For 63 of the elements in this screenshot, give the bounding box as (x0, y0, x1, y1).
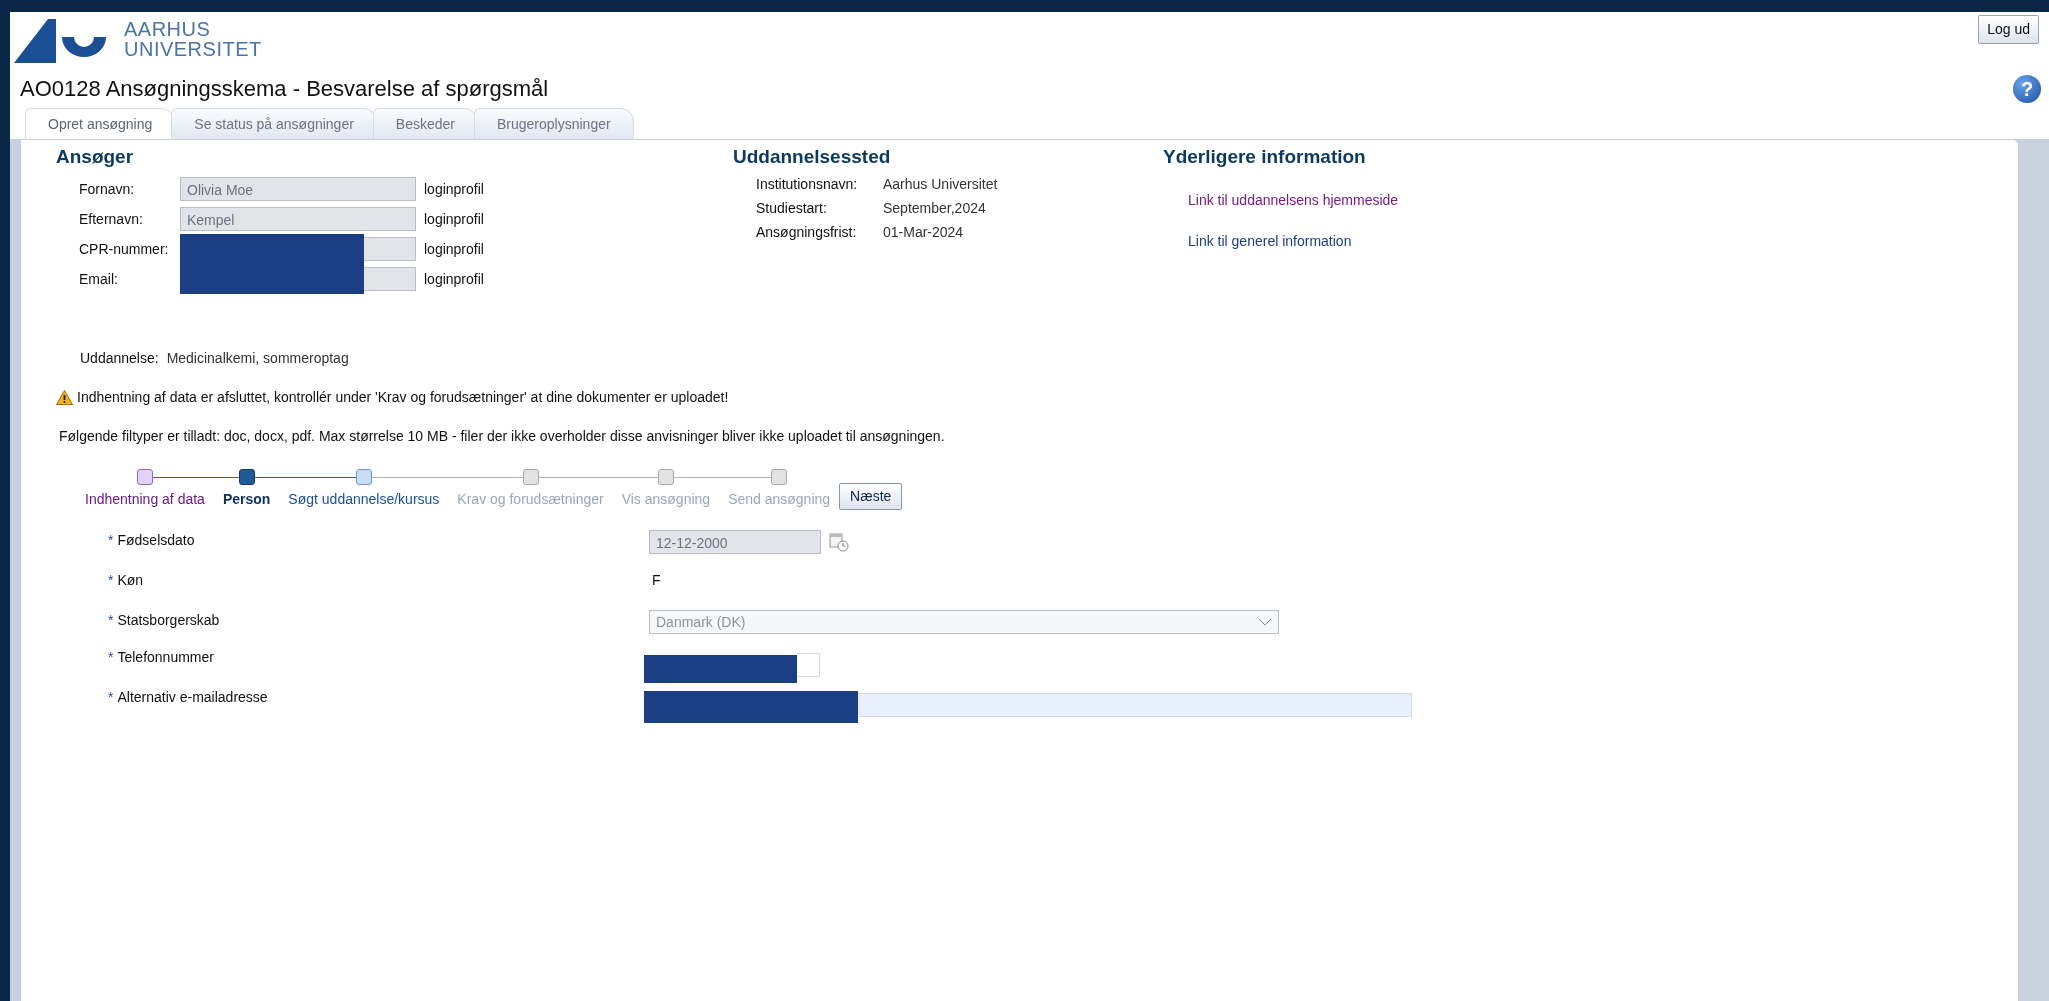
field-label: Email: (79, 269, 119, 289)
text-field[interactable]: Kempel (180, 207, 416, 231)
step-marker (355, 469, 372, 485)
section-heading: Ansøger (56, 146, 135, 168)
info-value: September,2024 (883, 199, 986, 218)
next-button[interactable]: Næste (839, 483, 903, 510)
required-mark: * (108, 648, 114, 667)
page-title: AO0128 Ansøgningsskema - Besvarelse af spørgsmål (19, 75, 549, 103)
file-types-note: Følgende filtyper er tilladt: doc, docx, pdf. Max størrelse 10 MB - filer der ikke overholder disse anvisninger bliver ikke uploadet til ansøgningen. (58, 427, 946, 446)
warning-icon (56, 390, 73, 405)
tab[interactable]: Brugeroplysninger (474, 108, 634, 139)
required-mark: * (108, 531, 114, 550)
chevron-down-icon (1258, 618, 1272, 626)
step-label[interactable]: Person (213, 489, 280, 510)
phone-field[interactable] (797, 653, 820, 677)
form-label: Køn (117, 571, 144, 590)
source-label: loginprofil (424, 179, 484, 199)
step-label: Vis ansøgning (620, 490, 712, 509)
help-button[interactable]: ? (2013, 74, 2041, 103)
gender-value: F (651, 571, 661, 590)
warning-message: Indhentning af data er afsluttet, kontrollér under 'Krav og forudsætninger' at dine dokumenter er uploadet! (77, 388, 729, 407)
email-field[interactable] (858, 693, 1412, 717)
calendar-icon[interactable] (829, 532, 849, 552)
step-marker (657, 469, 674, 485)
logo-text: AARHUS (124, 19, 212, 39)
step-marker (771, 469, 788, 485)
form-label: Alternativ e-mailadresse (117, 688, 268, 707)
field-label: CPR-nummer: (79, 239, 170, 259)
form-label: Fødselsdato (117, 531, 195, 550)
form-label: Telefonnummer (117, 648, 214, 667)
step-label[interactable]: Søgt uddannelse/kursus (279, 489, 449, 510)
programme-label: Uddannelse: (80, 349, 159, 368)
link[interactable]: Link til generel information (1188, 231, 1399, 252)
required-mark: * (108, 688, 114, 707)
step-marker (522, 469, 539, 485)
info-label: Ansøgningsfrist: (756, 223, 858, 242)
text-field[interactable] (364, 267, 416, 291)
link[interactable]: Link til uddannelsens hjemmeside (1188, 190, 1399, 211)
programme-value: Medicinalkemi, sommeroptag (166, 349, 349, 368)
field-label: Fornavn: (79, 179, 136, 199)
step-marker (136, 469, 153, 485)
section-heading: Uddannelsessted (733, 146, 892, 168)
info-label: Institutionsnavn: (756, 175, 859, 194)
info-value: Aarhus Universitet (883, 175, 998, 194)
form-label: Statsborgerskab (117, 611, 220, 630)
logo-text: UNIVERSITET (124, 39, 262, 59)
source-label: loginprofil (424, 209, 484, 229)
step-label[interactable]: Indhentning af data (76, 489, 214, 510)
step-label: Krav og forudsætninger (456, 490, 605, 509)
info-label: Studiestart: (756, 199, 828, 218)
text-field[interactable]: Olivia Moe (180, 177, 416, 201)
section-heading: Yderligere information (1163, 146, 1367, 168)
logout-button[interactable]: Log ud (1978, 15, 2039, 44)
required-mark: * (108, 611, 114, 630)
source-label: loginprofil (424, 269, 484, 289)
text-field[interactable] (364, 237, 416, 261)
step-label: Send ansøgning (727, 490, 832, 509)
required-mark: * (108, 571, 114, 590)
field-label: Efternavn: (79, 209, 144, 229)
date-field[interactable]: 12-12-2000 (649, 530, 821, 554)
info-value: 01-Mar-2024 (883, 223, 964, 242)
source-label: loginprofil (424, 239, 484, 259)
step-marker (238, 469, 255, 485)
